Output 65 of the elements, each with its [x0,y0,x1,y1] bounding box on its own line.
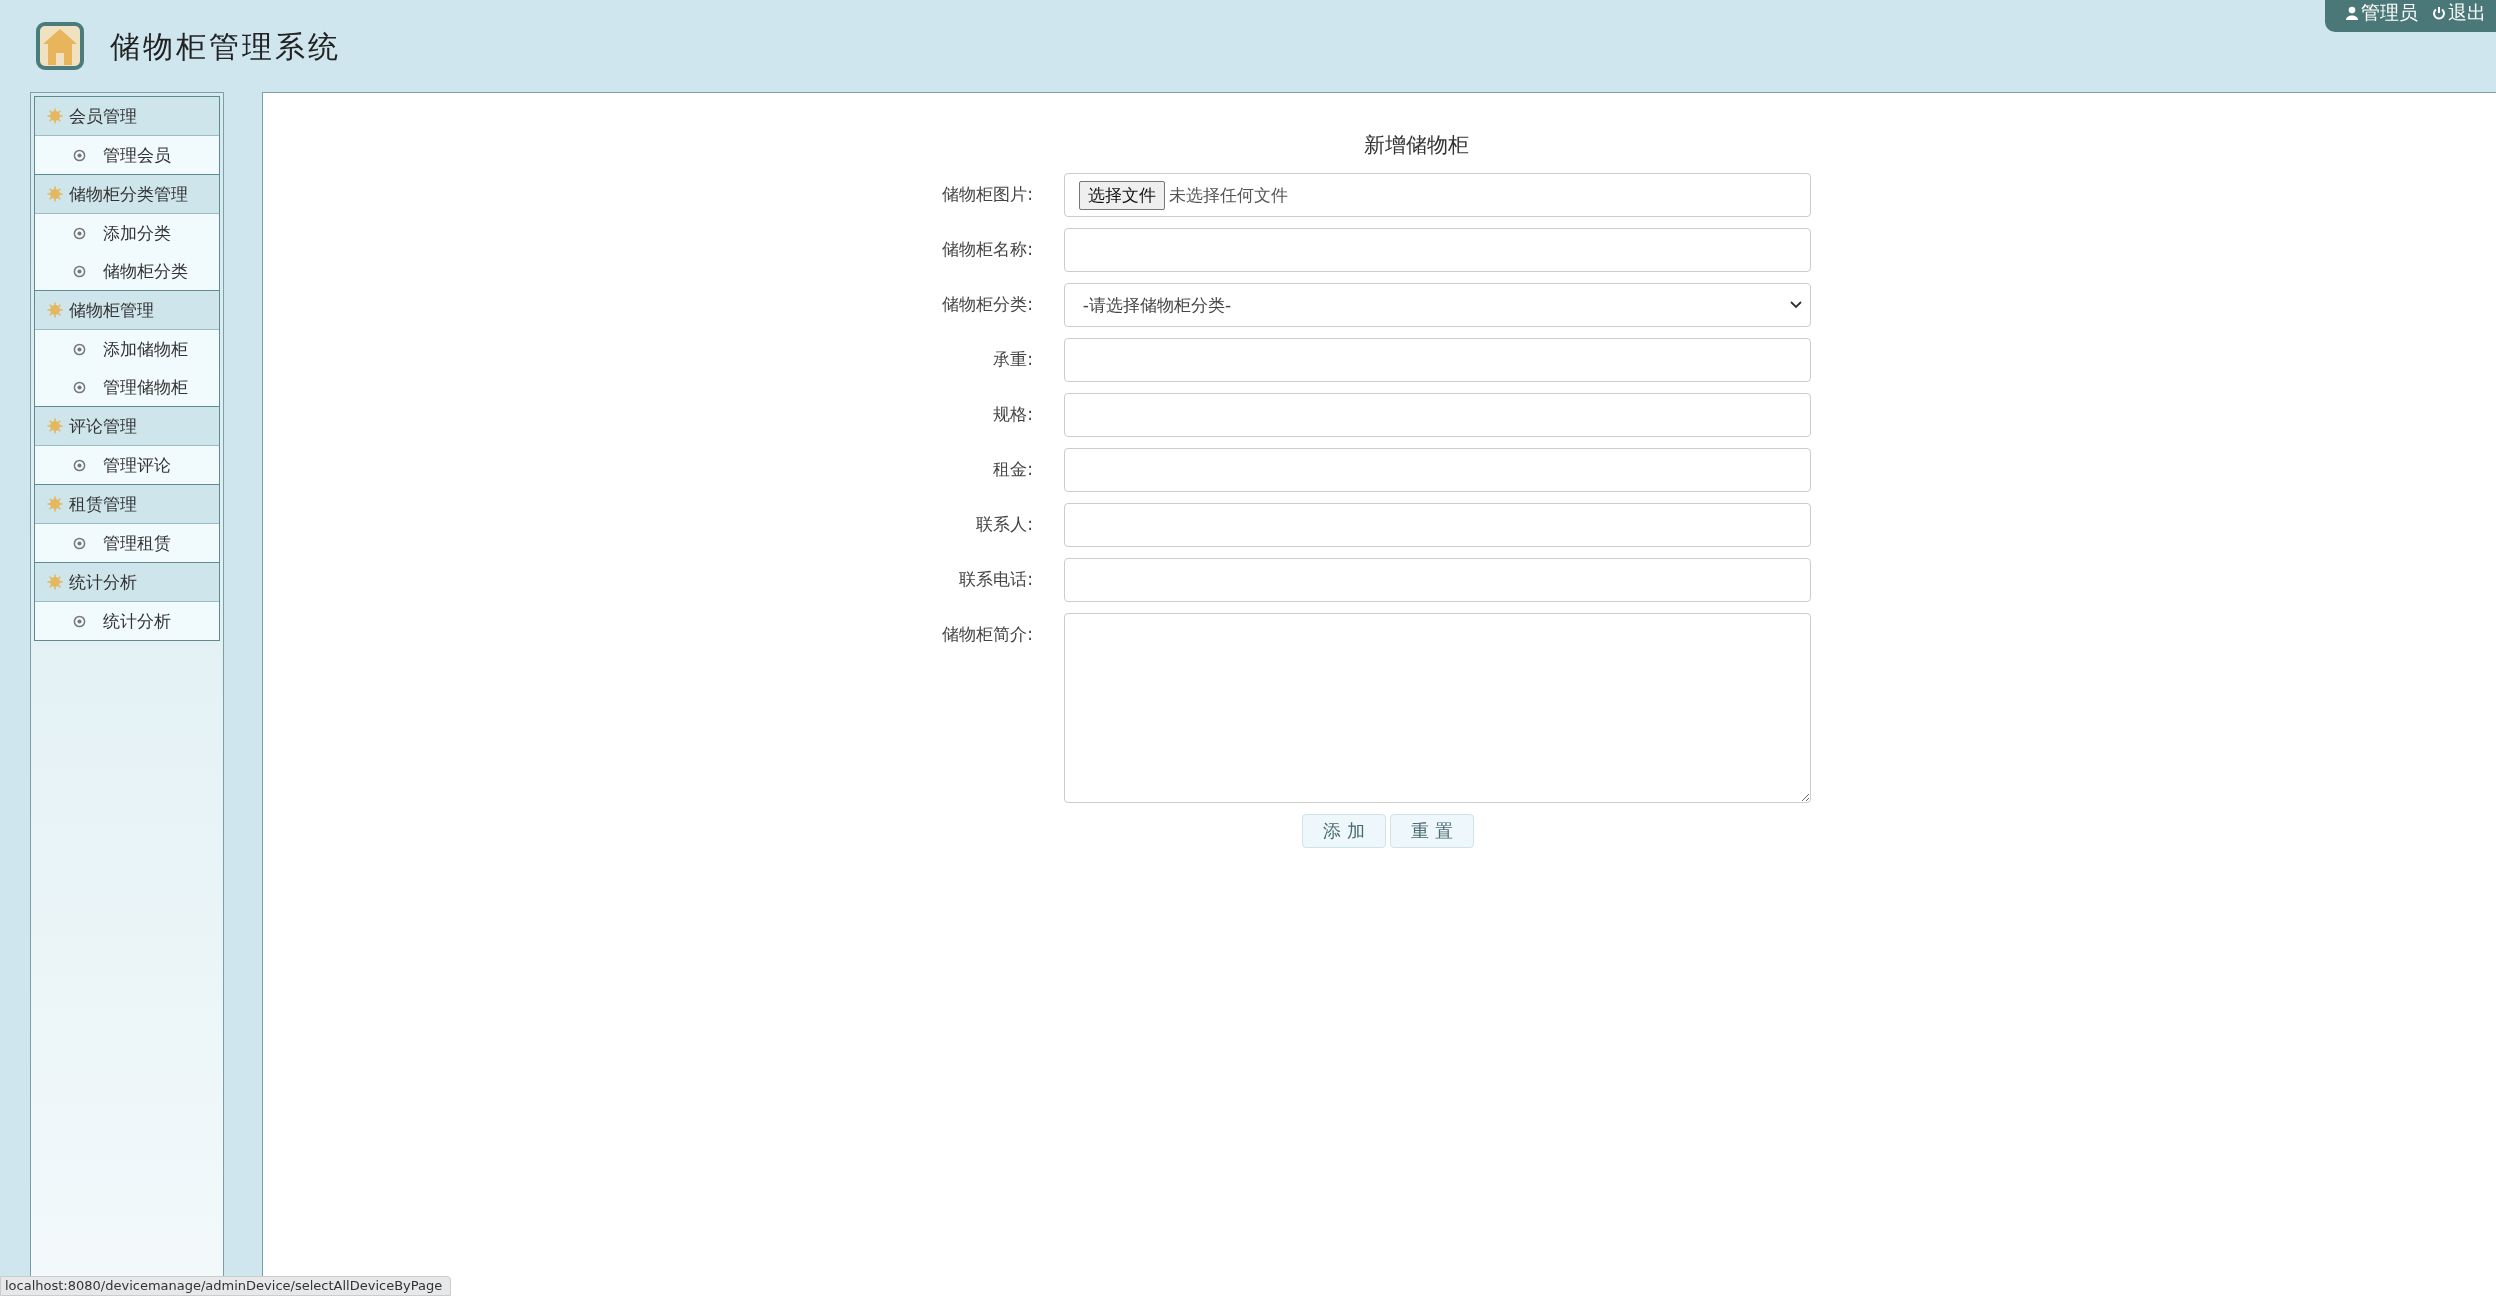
menu-group-header[interactable]: 储物柜管理 [35,290,219,330]
description-textarea[interactable] [1063,613,1811,803]
power-icon [2432,6,2446,20]
menu-group-header[interactable]: 租赁管理 [35,484,219,524]
radio-dot-icon [73,342,86,356]
menu-group-header[interactable]: 统计分析 [35,562,219,602]
radio-dot-icon [73,148,86,162]
status-url: localhost:8080/devicemanage/adminDevice/selectAllDeviceByPage [0,1276,452,1296]
field-label: 储物柜简介: [941,623,1033,646]
menu-item[interactable]: 管理储物柜 [35,368,219,406]
form-title: 新增储物柜 [1362,132,1470,159]
field-label: 租金: [992,458,1033,481]
menu-group-label: 储物柜分类管理 [69,182,188,206]
category-select[interactable]: -请选择储物柜分类- [1063,283,1811,327]
sun-icon [47,574,63,590]
sun-icon [47,108,63,124]
radio-dot-icon [73,614,86,628]
user-icon [2345,6,2359,20]
field-label: 储物柜图片: [941,183,1033,206]
menu-group-label: 租赁管理 [69,492,137,516]
menu-item[interactable]: 储物柜分类 [35,252,219,290]
sun-icon [47,302,63,318]
file-input[interactable]: 选择文件 未选择任何文件 [1063,173,1811,217]
radio-dot-icon [73,536,86,550]
menu-item[interactable]: 统计分析 [35,602,219,640]
menu-group-header[interactable]: 会员管理 [35,97,219,136]
input-field[interactable] [1063,558,1811,602]
menu-item[interactable]: 管理评论 [35,446,219,484]
menu-item[interactable]: 管理会员 [35,136,219,174]
menu-group-label: 评论管理 [69,414,137,438]
form-button[interactable]: 重 置 [1390,814,1474,848]
input-field[interactable] [1063,503,1811,547]
field-label: 联系人: [975,513,1033,536]
input-field[interactable] [1063,393,1811,437]
menu-group-header[interactable]: 储物柜分类管理 [35,174,219,214]
radio-dot-icon [73,458,86,472]
app-title: 储物柜管理系统 [110,27,341,66]
input-field[interactable] [1063,228,1811,272]
field-label: 联系电话: [958,568,1033,591]
logout-link[interactable]: 退出 [2432,0,2486,26]
home-icon [36,22,84,70]
menu-item[interactable]: 添加储物柜 [35,330,219,368]
form-button[interactable]: 添 加 [1302,814,1386,848]
menu-group-header[interactable]: 评论管理 [35,406,219,446]
chevron-down-icon [1790,301,1802,309]
menu-group-label: 统计分析 [69,570,137,594]
sun-icon [47,186,63,202]
sun-icon [47,418,63,434]
menu-item[interactable]: 管理租赁 [35,524,219,562]
radio-dot-icon [73,380,86,394]
input-field[interactable] [1063,448,1811,492]
choose-file-button[interactable]: 选择文件 [1078,180,1165,210]
menu-group-label: 会员管理 [69,104,137,128]
menu-group-label: 储物柜管理 [69,298,154,322]
sun-icon [47,496,63,512]
field-label: 规格: [992,403,1033,426]
field-label: 承重: [992,348,1033,371]
field-label: 储物柜分类: [941,293,1033,316]
radio-dot-icon [73,226,86,240]
input-field[interactable] [1063,338,1811,382]
menu-item[interactable]: 添加分类 [35,214,219,252]
admin-link[interactable]: 管理员 [2345,0,2418,26]
field-label: 储物柜名称: [941,238,1033,261]
radio-dot-icon [73,264,86,278]
file-status: 未选择任何文件 [1168,183,1288,207]
